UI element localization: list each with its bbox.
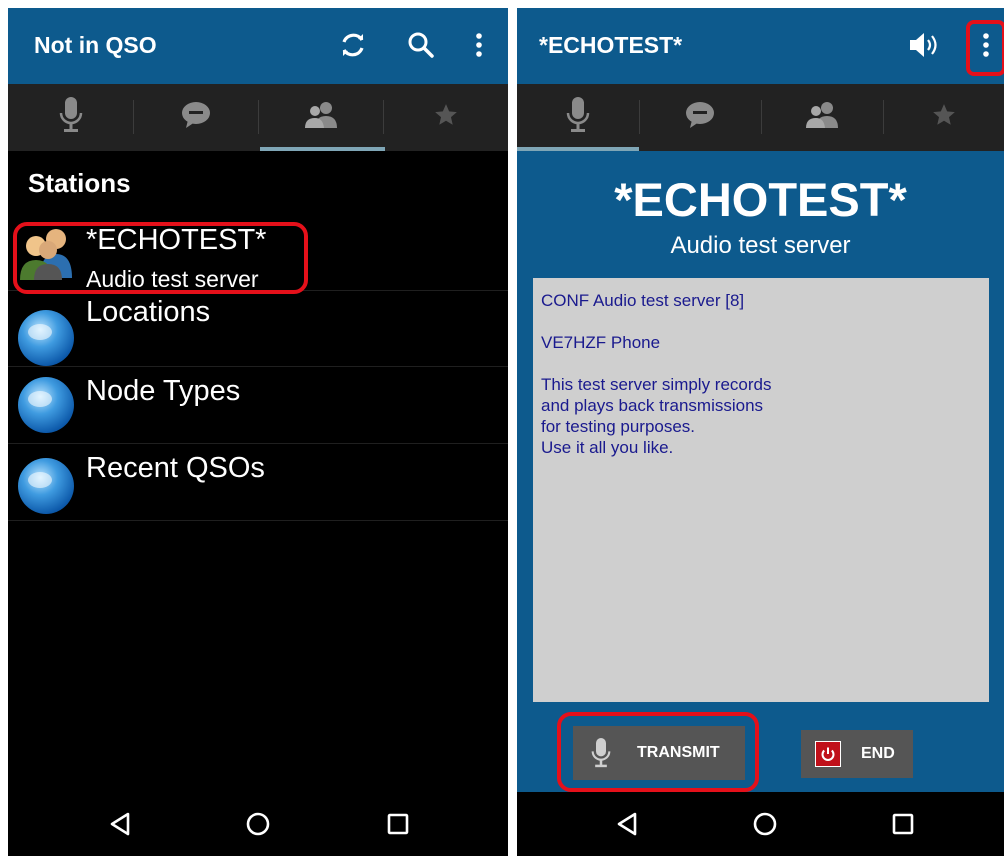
chat-bubble-icon [180,100,212,135]
speaker-icon[interactable] [905,26,943,64]
tab-chat[interactable] [639,84,761,151]
home-icon[interactable] [238,804,278,844]
annotation-highlight [13,222,308,294]
tab-audio[interactable] [517,84,639,151]
search-icon[interactable] [402,26,440,64]
nav-bar [517,792,1004,856]
list-item-title: Recent QSOs [86,452,265,484]
list-header: Stations [28,168,131,198]
selected-tab-indicator [260,147,385,151]
power-icon [815,741,841,767]
list-item-node-types[interactable]: Node Types [8,367,508,444]
overflow-menu-icon[interactable] [460,26,498,64]
tab-favorites[interactable] [883,84,1004,151]
annotation-highlight [966,20,1004,76]
back-icon[interactable] [607,804,647,844]
left-screen: Not in QSO Stations *ECHOTEST* Audio tes… [8,8,508,856]
app-bar: Not in QSO [8,8,508,84]
globe-icon [18,377,74,433]
people-icon [804,100,840,135]
globe-icon [18,310,74,366]
app-title: *ECHOTEST* [539,32,683,58]
list-item-title: Node Types [86,375,241,407]
right-screen: *ECHOTEST* *ECHOTEST* Audio test server … [517,8,1004,856]
end-label: END [861,745,895,762]
recents-icon[interactable] [378,804,418,844]
end-button[interactable]: END [801,730,913,778]
info-line: CONF Audio test server [8] [541,291,745,310]
star-icon [931,102,957,133]
home-icon[interactable] [745,804,785,844]
tab-bar [517,84,1004,151]
tab-favorites[interactable] [383,84,508,151]
star-icon [433,102,459,133]
info-line: This test server simply records [541,375,772,394]
tab-stations[interactable] [761,84,883,151]
refresh-icon[interactable] [334,26,372,64]
list-item-recent-qsos[interactable]: Recent QSOs [8,444,508,521]
station-description: Audio test server [670,232,851,259]
info-line: for testing purposes. [541,417,696,436]
annotation-highlight [557,712,759,792]
info-line: Use it all you like. [541,438,674,457]
tab-audio[interactable] [8,84,133,151]
list-item-locations[interactable]: Locations [8,290,508,367]
globe-icon [18,458,74,514]
tab-chat[interactable] [133,84,258,151]
chat-bubble-icon [684,100,716,135]
back-icon[interactable] [100,804,140,844]
app-title: Not in QSO [34,32,157,58]
info-line [541,353,981,374]
recents-icon[interactable] [883,804,923,844]
list-item-title: Locations [86,296,211,328]
info-line: VE7HZF Phone [541,333,661,352]
tab-stations[interactable] [258,84,383,151]
microphone-icon [566,95,590,140]
station-info-box: CONF Audio test server [8] VE7HZF Phone … [533,278,989,702]
people-icon [303,100,339,135]
info-line: and plays back transmissions [541,396,764,415]
app-bar: *ECHOTEST* [517,8,1004,84]
tab-bar [8,84,508,151]
nav-bar [8,792,508,856]
station-name: *ECHOTEST* [614,173,907,226]
info-line [541,311,981,332]
microphone-icon [59,95,83,140]
